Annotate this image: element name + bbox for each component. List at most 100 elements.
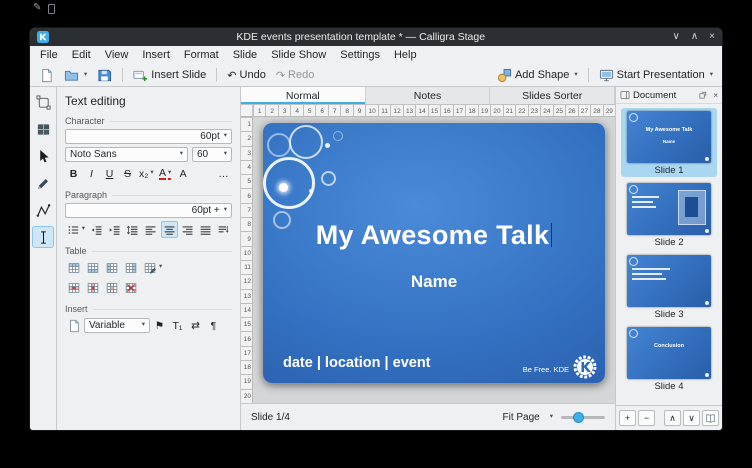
undo-button[interactable]: ↶Undo [223,68,270,83]
delete-row-button[interactable] [65,279,83,296]
menu-slide[interactable]: Slide [226,46,264,64]
docker-float-button[interactable] [698,90,708,100]
kde-logo-mini [705,229,709,233]
bookmark-button[interactable]: ⚑ [151,317,168,334]
tab-normal[interactable]: Normal [241,87,366,104]
menu-settings[interactable]: Settings [333,46,387,64]
ruler-mark: 11 [241,260,252,274]
insert-row-above-button[interactable] [65,259,83,276]
link-button[interactable]: ⇄ [187,317,204,334]
decrease-indent-button[interactable] [88,221,105,238]
menu-edit[interactable]: Edit [65,46,98,64]
menu-format[interactable]: Format [177,46,226,64]
thumbnail-text-line [632,201,653,203]
insert-slide-button[interactable]: Insert Slide [129,67,210,84]
character-highlighting-button[interactable]: A [175,165,192,182]
thumbnail-label: Slide 4 [654,381,683,392]
table-border-pen-button[interactable]: ▾ [141,259,164,276]
add-slide-button[interactable]: + [619,410,636,426]
tab-slides-sorter[interactable]: Slides Sorter [490,87,615,104]
view-tabs: NormalNotesSlides Sorter [241,87,615,105]
character-section-label: Character [65,116,232,126]
footnote-button[interactable]: T₁ [169,317,186,334]
shape-handling-tool[interactable] [33,92,53,112]
increase-indent-button[interactable] [106,221,123,238]
italic-button[interactable]: I [83,165,100,182]
open-document-button[interactable]: ▾ [60,67,91,84]
chevron-down-icon: ▾ [84,72,87,79]
add-shape-button[interactable]: Add Shape▾ [493,67,582,84]
align-justify-button[interactable] [197,221,214,238]
insert-row-below-button[interactable] [84,259,102,276]
titlebar[interactable]: KDE events presentation template * — Cal… [30,28,722,46]
docker-header[interactable]: Document × [616,87,722,104]
paragraph-style-combo[interactable]: 60pt + ▾ [65,203,232,218]
minimize-button[interactable]: ∨ [673,32,680,42]
text-color-button[interactable]: A▾ [157,165,174,182]
insert-column-left-button[interactable] [103,259,121,276]
align-right-button[interactable] [179,221,196,238]
slide-subtitle-textbox[interactable]: Name [263,272,605,292]
menu-file[interactable]: File [33,46,65,64]
zoom-slider[interactable] [561,416,605,419]
font-size-combo[interactable]: 60 ▾ [192,147,232,162]
insert-object-button[interactable] [65,317,83,334]
slide-canvas[interactable]: My Awesome Talk Name date | location | e… [253,117,615,403]
save-document-button[interactable] [93,67,116,84]
slide-footer-textbox[interactable]: date | location | event [283,355,431,371]
stencils-tool[interactable] [33,119,53,139]
list-style-button[interactable]: ▾ [65,221,87,238]
zoom-mode-label[interactable]: Fit Page [502,412,539,423]
align-center-button[interactable] [161,221,178,238]
interaction-tool[interactable] [33,146,53,166]
slide-thumbnail-slide-3[interactable]: Slide 3 [621,252,717,321]
bold-button[interactable]: B [65,165,82,182]
docker-close-button[interactable]: × [713,91,718,100]
insert-column-right-button[interactable] [122,259,140,276]
toolbox [30,87,57,430]
window-controls: ∨ ∧ × [673,32,716,42]
align-left-button[interactable] [142,221,159,238]
redo-button[interactable]: ↷Redo [272,68,319,83]
chevron-down-icon: ▾ [180,151,183,158]
character-style-combo[interactable]: 60pt ▾ [65,129,232,144]
menu-help[interactable]: Help [387,46,424,64]
start-presentation-button[interactable]: Start Presentation▾ [595,67,717,84]
connection-tool[interactable] [33,200,53,220]
menu-slide-show[interactable]: Slide Show [264,46,333,64]
formatting-marks-button[interactable]: ¶ [205,317,222,334]
zoom-slider-handle[interactable] [574,413,583,422]
delete-cell-button[interactable] [103,279,121,296]
ruler-mark: 6 [315,105,327,116]
ruler-mark: 12 [390,105,402,116]
text-direction-button[interactable] [215,221,232,238]
close-button[interactable]: × [709,32,715,42]
delete-table-button[interactable] [122,279,140,296]
subscript-superscript-button[interactable]: x₂▾ [137,165,156,182]
slide[interactable]: My Awesome Talk Name date | location | e… [263,123,605,383]
remove-slide-button[interactable]: − [638,410,655,426]
menu-insert[interactable]: Insert [135,46,177,64]
tab-notes[interactable]: Notes [366,87,491,104]
move-slide-down-button[interactable]: ∨ [683,410,700,426]
slide-thumbnail-slide-2[interactable]: Slide 2 [621,180,717,249]
more-character-options-button[interactable]: … [215,165,232,182]
text-editing-tool[interactable] [33,227,53,247]
underline-button[interactable]: U [101,165,118,182]
font-family-combo[interactable]: Noto Sans ▾ [65,147,188,162]
maximize-button[interactable]: ∧ [691,32,698,42]
line-spacing-button[interactable] [124,221,141,238]
slide-title-textbox[interactable]: My Awesome Talk [263,220,605,251]
strikethrough-button[interactable]: S [119,165,136,182]
freehand-path-tool[interactable] [33,173,53,193]
thumbnail-title-text: Conclusion [627,343,711,350]
move-slide-up-button[interactable]: ∧ [664,410,681,426]
menu-view[interactable]: View [98,46,136,64]
delete-column-button[interactable] [84,279,102,296]
variable-combo[interactable]: Variable ▾ [84,318,150,333]
ruler-mark: 20 [490,105,502,116]
slide-thumbnail-slide-1[interactable]: My Awesome TalkNameSlide 1 [621,108,717,177]
slide-thumbnail-slide-4[interactable]: Conclusion Slide 4 [621,324,717,393]
slide-options-button[interactable] [702,410,719,426]
new-document-button[interactable] [35,67,58,84]
